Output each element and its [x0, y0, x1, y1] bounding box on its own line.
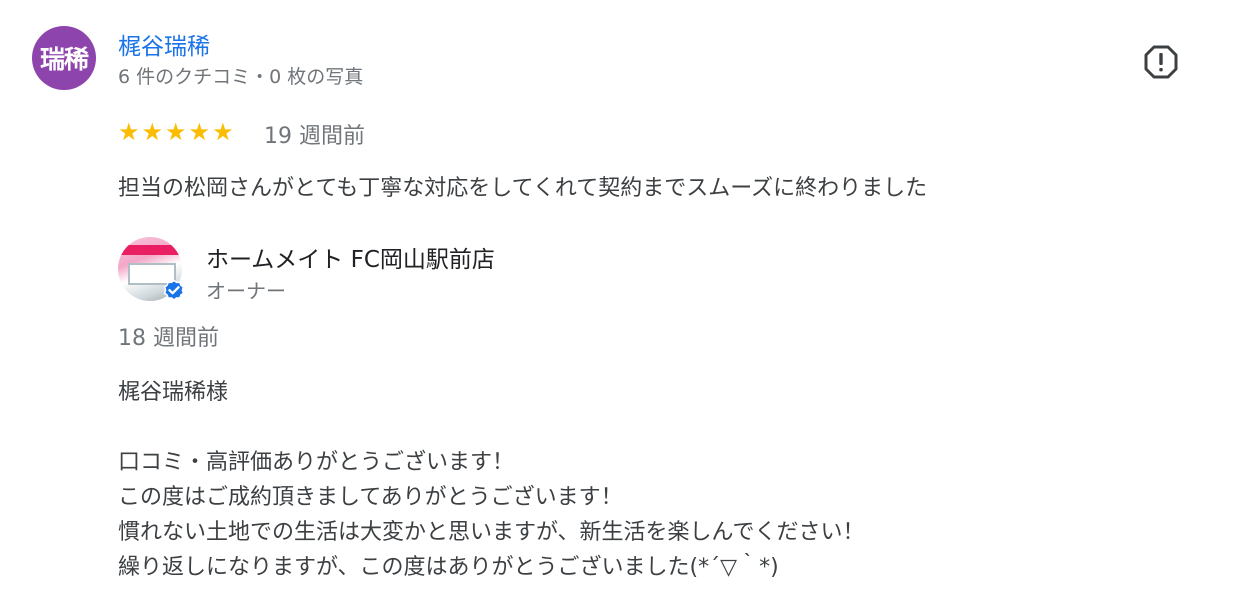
owner-reply-text: 梶谷瑞稀様 口コミ・高評価ありがとうございます！ この度はご成約頂きましてありが… — [118, 375, 864, 585]
reply-line — [118, 410, 864, 445]
reply-line: この度はご成約頂きましてありがとうございます！ — [118, 485, 623, 510]
verified-check-icon — [163, 279, 185, 301]
reply-line: 繰り返しになりますが、この度はありがとうございました(*´▽｀*) — [118, 555, 779, 580]
reply-line: 慣れない土地での生活は大変かと思いますが、新生活を楽しんでください！ — [118, 520, 865, 545]
star-icon: ★ — [212, 118, 234, 146]
reply-timestamp: 18 週間前 — [118, 326, 219, 351]
owner-avatar[interactable] — [118, 237, 185, 303]
report-flag-icon[interactable] — [1143, 44, 1179, 80]
star-icon: ★ — [188, 118, 211, 146]
star-rating: ★ ★ ★ ★ ★ — [118, 117, 234, 147]
reply-line: 口コミ・高評価ありがとうございます！ — [118, 450, 515, 475]
reply-line: 梶谷瑞稀様 — [118, 380, 229, 405]
storefront-sign — [118, 245, 182, 255]
star-icon: ★ — [141, 118, 164, 146]
reviewer-avatar[interactable]: 瑞稀 — [32, 26, 96, 90]
review-text: 担当の松岡さんがとても丁寧な対応をしてくれて契約までスムーズに終わりました — [118, 176, 928, 201]
reviewer-name-link[interactable]: 梶谷瑞稀 — [118, 27, 210, 61]
reviewer-meta: 6 件のクチコミ・0 枚の写真 — [118, 66, 364, 88]
owner-role-label: オーナー — [206, 279, 286, 303]
review-timestamp: 19 週間前 — [264, 124, 365, 149]
owner-name: ホームメイト FC岡山駅前店 — [206, 247, 495, 273]
star-icon: ★ — [118, 118, 140, 146]
star-icon: ★ — [165, 118, 187, 146]
